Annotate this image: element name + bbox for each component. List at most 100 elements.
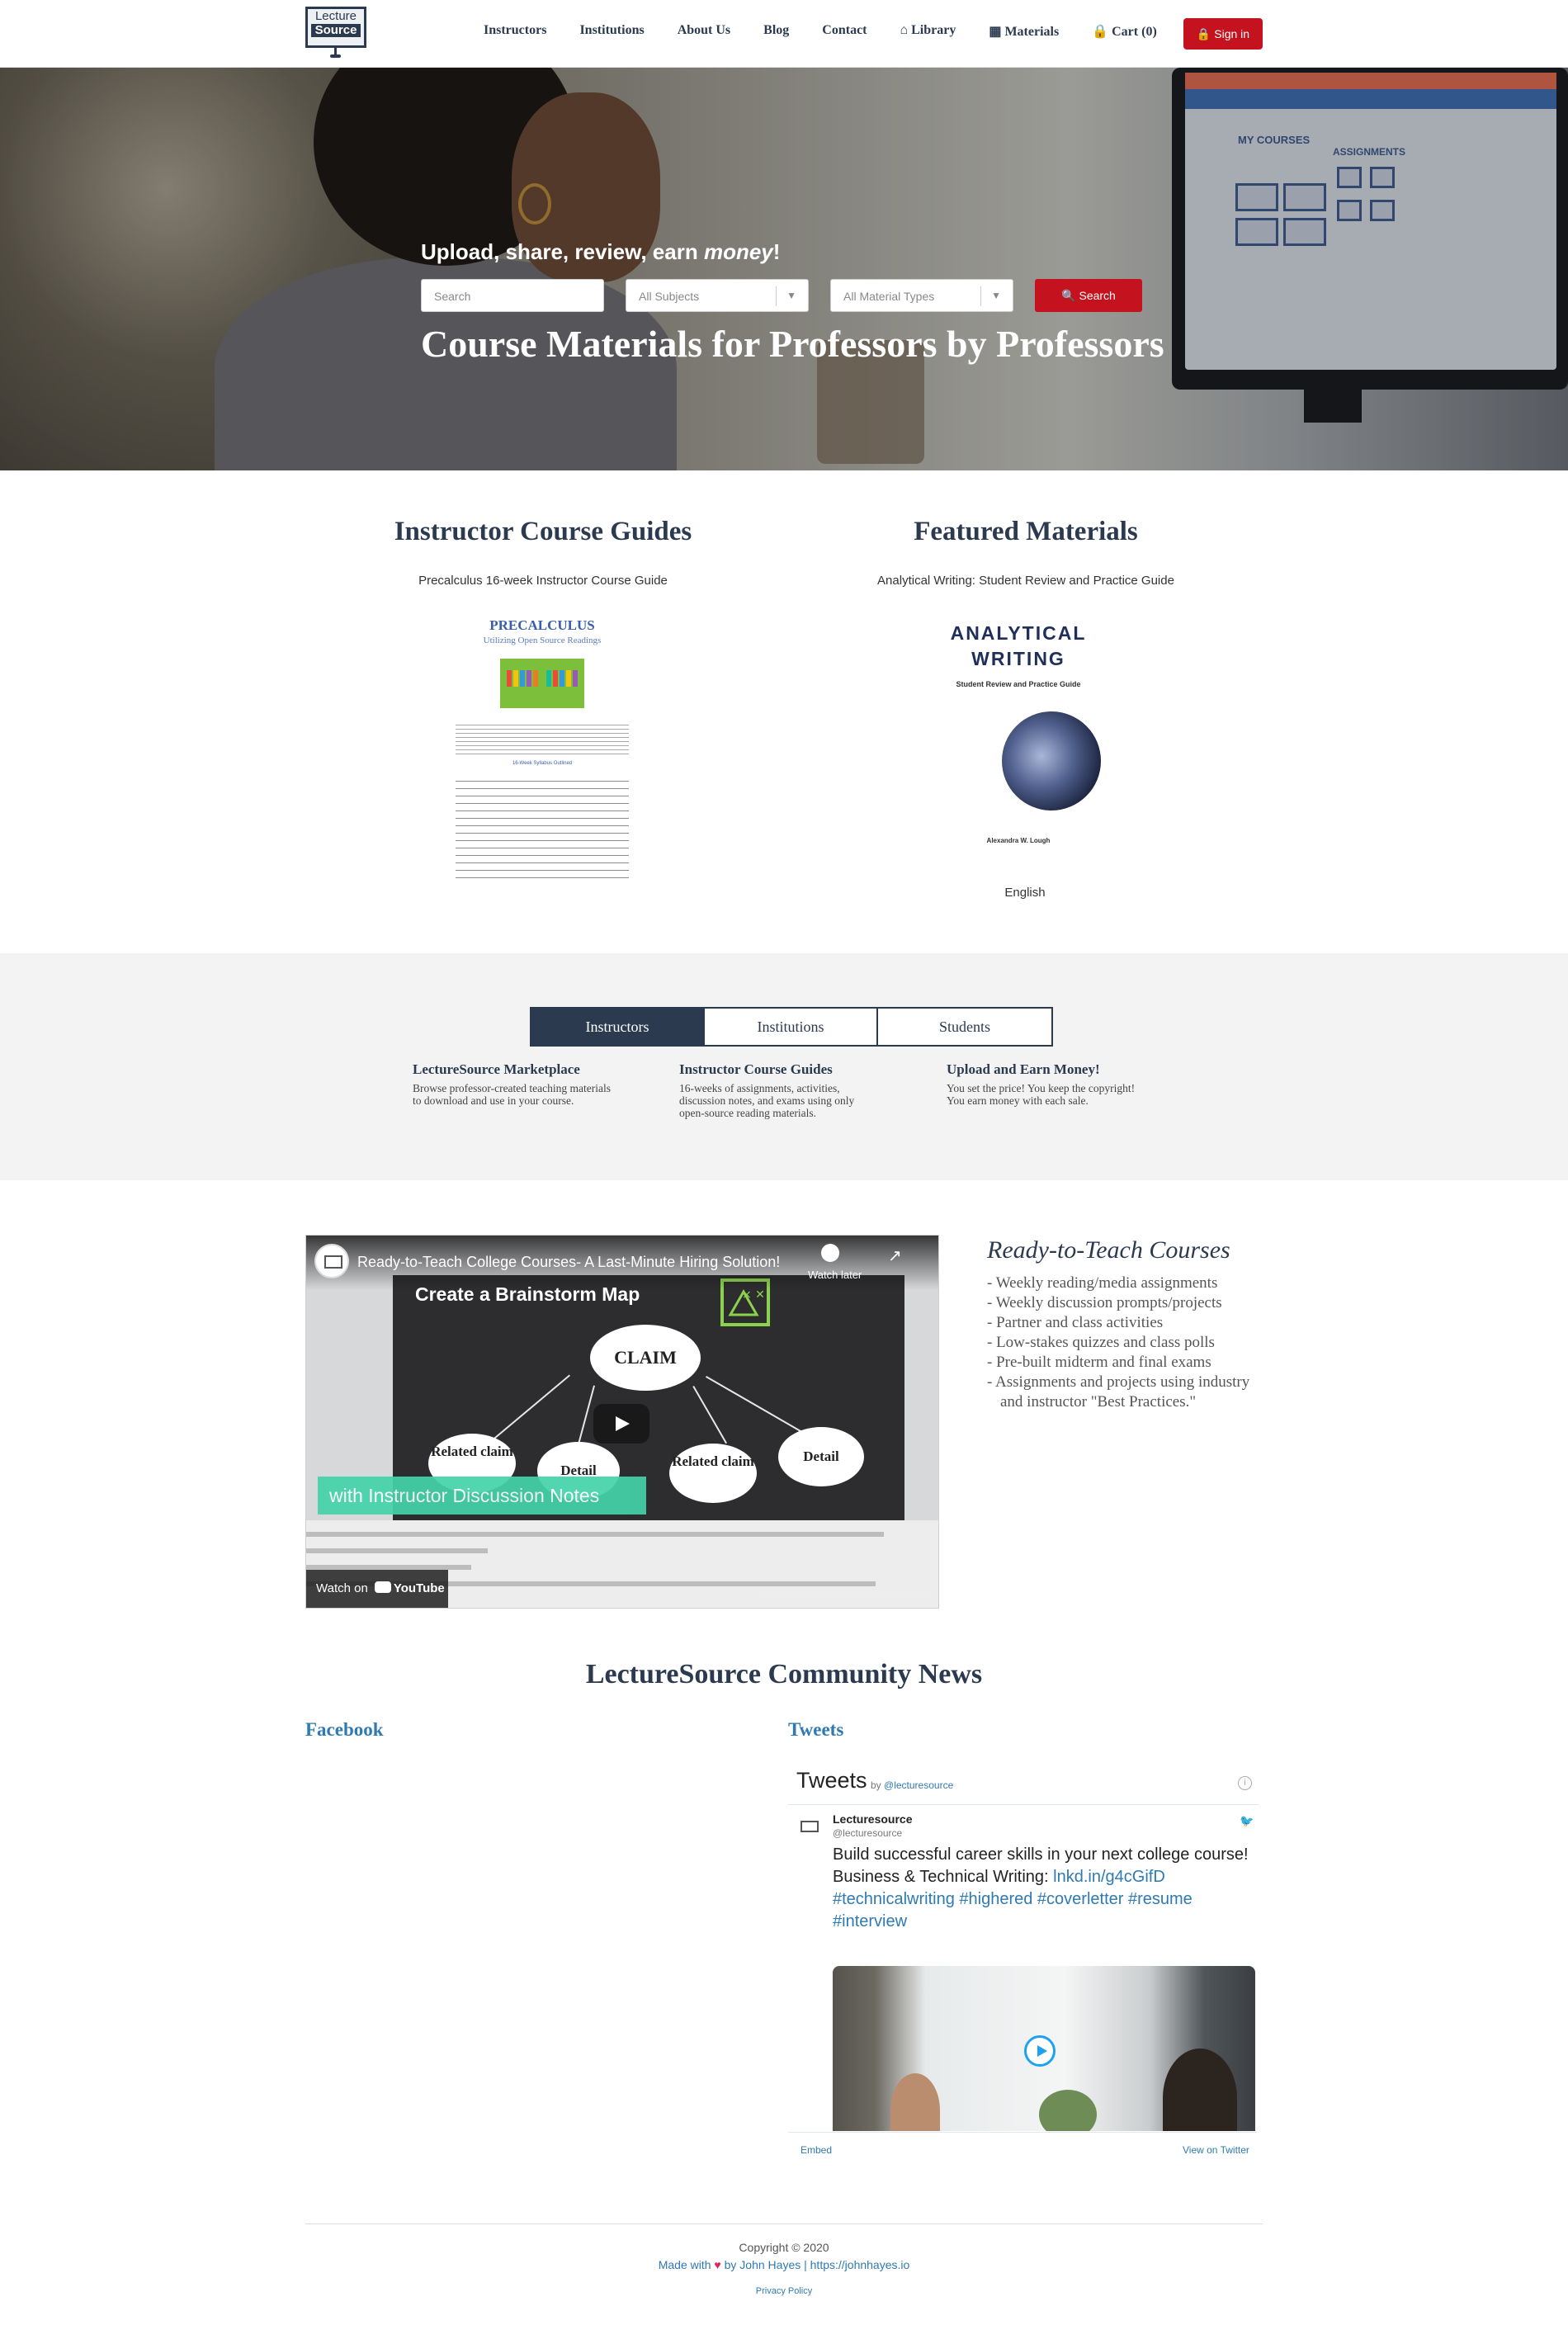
nav-about-us[interactable]: About Us: [678, 23, 730, 40]
tweet-video-thumbnail[interactable]: [833, 1966, 1255, 2131]
material-types-select-value: All Material Types: [843, 290, 935, 303]
precalculus-guide-preview[interactable]: PRECALCULUS Utilizing Open Source Readin…: [451, 611, 634, 883]
lecturesource-logo[interactable]: Lecture Source: [305, 7, 366, 58]
view-on-twitter-link[interactable]: View on Twitter: [1183, 2144, 1249, 2156]
search-button[interactable]: 🔍 Search: [1035, 279, 1142, 312]
list-item: - Weekly reading/media assignments: [987, 1274, 1218, 1292]
nav-cart[interactable]: 🔒 Cart (0): [1092, 23, 1157, 40]
laptop-image: [1002, 711, 1101, 810]
footer-divider: [305, 2223, 1263, 2224]
watch-later-label[interactable]: Watch later: [808, 1269, 862, 1281]
twitter-embed-link[interactable]: Embed: [801, 2144, 832, 2156]
nav-institutions[interactable]: Institutions: [579, 23, 644, 40]
list-item: - Partner and class activities: [987, 1314, 1164, 1331]
feature-text: 16-weeks of assignments, activities, dis…: [679, 1082, 855, 1119]
hero-tagline: Upload, share, review, earn money!: [421, 239, 780, 265]
chevron-down-icon: ▼: [786, 290, 796, 301]
featured-materials-heading: Featured Materials: [914, 517, 1138, 546]
youtube-wordmark: YouTube: [393, 1581, 445, 1595]
made-with-b[interactable]: by John Hayes | https://johnhayes.io: [721, 2258, 910, 2271]
copyright: Copyright © 2020: [739, 2241, 829, 2254]
tweets-heading[interactable]: Tweets: [788, 1719, 843, 1741]
nav-contact[interactable]: Contact: [822, 23, 867, 40]
instructor-course-guides-heading: Instructor Course Guides: [394, 517, 692, 546]
list-item: - Weekly discussion prompts/projects: [987, 1294, 1222, 1311]
made-with-a: Made with: [658, 2258, 715, 2271]
chevron-down-icon: ▼: [991, 290, 1001, 301]
tweet-author-name[interactable]: Lecturesource: [833, 1812, 912, 1826]
doc-paragraph: [456, 725, 629, 754]
doc-table-of-contents: [456, 781, 629, 880]
video-banner: with Instructor Discussion Notes: [318, 1477, 646, 1515]
feature-title: LectureSource Marketplace: [413, 1061, 580, 1077]
hero-banner: MY COURSES ASSIGNMENTS Upload, share, re…: [0, 68, 1568, 470]
tweet-text: Build successful career skills in your n…: [833, 1844, 1262, 1933]
select-divider: [776, 286, 777, 306]
audience-tabs: Instructors Institutions Students: [530, 1007, 1053, 1047]
logo-foot: [330, 54, 341, 58]
feature-text: Browse professor-created teaching materi…: [413, 1082, 612, 1107]
tweet-body: Build successful career skills in your n…: [833, 1845, 1249, 1886]
map-node-detail: Detail: [778, 1427, 864, 1486]
books-illustration: [500, 659, 584, 708]
youtube-play-icon: [374, 1581, 391, 1593]
twitter-handle-link[interactable]: @lecturesource: [884, 1779, 953, 1791]
featured-subtitle[interactable]: Analytical Writing: Student Review and P…: [819, 574, 1232, 588]
list-item: - Pre-built midterm and final exams: [987, 1354, 1211, 1371]
clock-icon[interactable]: [821, 1244, 839, 1262]
watch-on-youtube-button[interactable]: Watch on YouTube: [306, 1570, 448, 1608]
youtube-video-embed[interactable]: Create a Brainstorm Map × ✕ CLAIM Relate…: [305, 1235, 939, 1609]
book-subtitle: Student Review and Practice Guide: [956, 680, 1081, 688]
youtube-logo: YouTube: [374, 1570, 445, 1608]
book-author: Alexandra W. Lough: [986, 837, 1051, 844]
tab-institutions[interactable]: Institutions: [705, 1009, 878, 1045]
privacy-policy-link[interactable]: Privacy Policy: [0, 2286, 1568, 2296]
twitter-bird-icon[interactable]: 🐦: [1240, 1814, 1254, 1828]
tab-students[interactable]: Students: [878, 1009, 1051, 1045]
logo-board: Lecture Source: [305, 7, 366, 48]
play-button[interactable]: [593, 1404, 649, 1444]
watch-on-label: Watch on: [316, 1581, 368, 1595]
logo-line-1: Lecture: [314, 9, 357, 23]
thumbnail-person-left: [890, 2073, 940, 2131]
tweet-avatar[interactable]: [799, 1819, 822, 1839]
twitter-divider: [788, 1804, 1259, 1805]
info-icon[interactable]: i: [1238, 1776, 1252, 1790]
tagline-part-a: Upload, share, review, earn: [421, 239, 704, 264]
nav-library[interactable]: ⌂ Library: [900, 23, 956, 40]
tagline-part-c: !: [772, 239, 781, 264]
feature-marketplace: LectureSource Marketplace Browse profess…: [413, 1061, 611, 1107]
music-credit: music courtesy of bensound.com: [758, 1586, 928, 1600]
thumbnail-plant: [1039, 2090, 1097, 2131]
nav-materials[interactable]: ▦ Materials: [989, 23, 1059, 40]
play-icon[interactable]: [1024, 2035, 1056, 2067]
book-title-line-2: WRITING: [971, 648, 1065, 669]
list-item: - Low-stakes quizzes and class polls: [987, 1334, 1215, 1351]
nav-blog[interactable]: Blog: [763, 23, 789, 40]
twitter-by: by: [871, 1779, 881, 1791]
tweet-author-handle[interactable]: @lecturesource: [833, 1827, 902, 1839]
feature-title: Upload and Earn Money!: [947, 1061, 1100, 1077]
list-item: - Assignments and projects using industr…: [987, 1373, 1250, 1411]
sign-in-button[interactable]: 🔒 Sign in: [1183, 18, 1263, 50]
material-types-select[interactable]: All Material Types ▼: [830, 279, 1013, 312]
nav-instructors[interactable]: Instructors: [484, 23, 546, 40]
map-node-claim: CLAIM: [590, 1325, 701, 1391]
feature-course-guides: Instructor Course Guides 16-weeks of ass…: [679, 1061, 877, 1119]
feature-text: You set the price! You keep the copyrigh…: [947, 1082, 1136, 1107]
book-title-line-1: ANALYTICAL: [950, 622, 1087, 644]
facebook-heading[interactable]: Facebook: [305, 1719, 384, 1741]
feature-title: Instructor Course Guides: [679, 1061, 833, 1077]
tab-instructors[interactable]: Instructors: [531, 1009, 705, 1045]
channel-avatar[interactable]: [314, 1244, 349, 1278]
made-with-credit[interactable]: Made with ♥ by John Hayes | https://john…: [0, 2258, 1568, 2271]
twitter-timeline-title: Tweets: [796, 1768, 867, 1793]
subjects-select[interactable]: All Subjects ▼: [626, 279, 809, 312]
search-input[interactable]: Search: [421, 279, 604, 312]
analytical-writing-cover[interactable]: ANALYTICAL WRITING Student Review and Pr…: [936, 621, 1101, 852]
guide-subtitle[interactable]: Precalculus 16-week Instructor Course Gu…: [337, 574, 749, 588]
subjects-select-value: All Subjects: [639, 290, 700, 303]
video-title[interactable]: Ready-to-Teach College Courses- A Last-M…: [357, 1254, 780, 1271]
share-icon[interactable]: ↗: [888, 1245, 902, 1266]
twitter-by-line: by @lecturesource: [871, 1779, 953, 1791]
